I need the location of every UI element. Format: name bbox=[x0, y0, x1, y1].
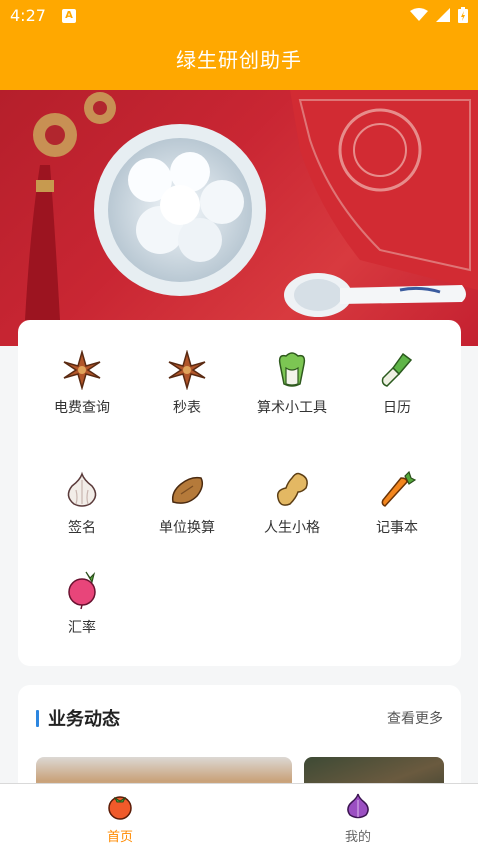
star-anise-icon bbox=[168, 350, 206, 390]
status-time: 4:27 bbox=[10, 6, 46, 25]
peanut-icon bbox=[276, 472, 308, 506]
battery-icon bbox=[458, 7, 468, 23]
signal-icon bbox=[436, 8, 450, 22]
news-section: 业务动态 查看更多 bbox=[18, 685, 461, 795]
grid-item-electricity-query[interactable]: 电费查询 bbox=[32, 350, 132, 418]
onion-icon bbox=[347, 793, 369, 819]
cabbage-icon bbox=[278, 352, 306, 387]
leek-icon bbox=[381, 352, 413, 387]
tab-mine[interactable]: 我的 bbox=[298, 792, 418, 845]
grid-item-label: 汇率 bbox=[68, 620, 96, 636]
grid-item-label: 秒表 bbox=[173, 400, 201, 416]
grid-item-notepad[interactable]: 记事本 bbox=[347, 470, 447, 538]
grid-item-label: 电费查询 bbox=[54, 400, 110, 416]
grid-item-label: 算术小工具 bbox=[257, 400, 327, 416]
radish-icon bbox=[68, 571, 96, 610]
section-title: 业务动态 bbox=[48, 709, 120, 730]
tab-home[interactable]: 首页 bbox=[60, 792, 180, 845]
grid-item-signature[interactable]: 签名 bbox=[32, 470, 132, 538]
status-icons bbox=[410, 7, 468, 23]
view-more-link[interactable]: 查看更多 bbox=[387, 708, 443, 728]
status-bar: 4:27 A bbox=[0, 0, 478, 32]
grid-item-stopwatch[interactable]: 秒表 bbox=[137, 350, 237, 418]
grid-item-life-grid[interactable]: 人生小格 bbox=[242, 470, 342, 538]
tab-label: 我的 bbox=[344, 830, 371, 845]
grid-item-exchange-rate[interactable]: 汇率 bbox=[32, 570, 132, 638]
bottom-nav: 首页 我的 bbox=[0, 783, 478, 850]
grid-item-label: 日历 bbox=[383, 400, 411, 416]
grid-item-unit-conversion[interactable]: 单位换算 bbox=[137, 470, 237, 538]
carrot-icon bbox=[381, 470, 417, 507]
banner-illustration bbox=[25, 90, 478, 320]
star-anise-icon bbox=[63, 350, 101, 390]
sweet-potato-icon bbox=[171, 476, 204, 504]
section-accent-bar bbox=[36, 710, 39, 727]
page-title: 绿生研创助手 bbox=[176, 48, 302, 72]
grid-item-label: 人生小格 bbox=[264, 520, 320, 536]
grid-item-arithmetic-tool[interactable]: 算术小工具 bbox=[242, 350, 342, 418]
grid-item-calendar[interactable]: 日历 bbox=[347, 350, 447, 418]
wifi-icon bbox=[410, 8, 428, 21]
grid-item-label: 记事本 bbox=[376, 520, 418, 536]
garlic-icon bbox=[67, 471, 97, 507]
tab-label: 首页 bbox=[106, 830, 133, 845]
grid-item-label: 签名 bbox=[68, 520, 96, 536]
app-header: 4:27 A 绿生研创助手 bbox=[0, 0, 478, 90]
feature-grid: 电费查询 秒表 算术小工具 日历 签名 单位换算 人生小格 记事本 汇率 bbox=[18, 320, 461, 666]
tomato-icon bbox=[108, 796, 132, 820]
notification-icon: A bbox=[62, 9, 76, 23]
grid-item-label: 单位换算 bbox=[159, 520, 215, 536]
banner-image[interactable] bbox=[0, 90, 478, 346]
